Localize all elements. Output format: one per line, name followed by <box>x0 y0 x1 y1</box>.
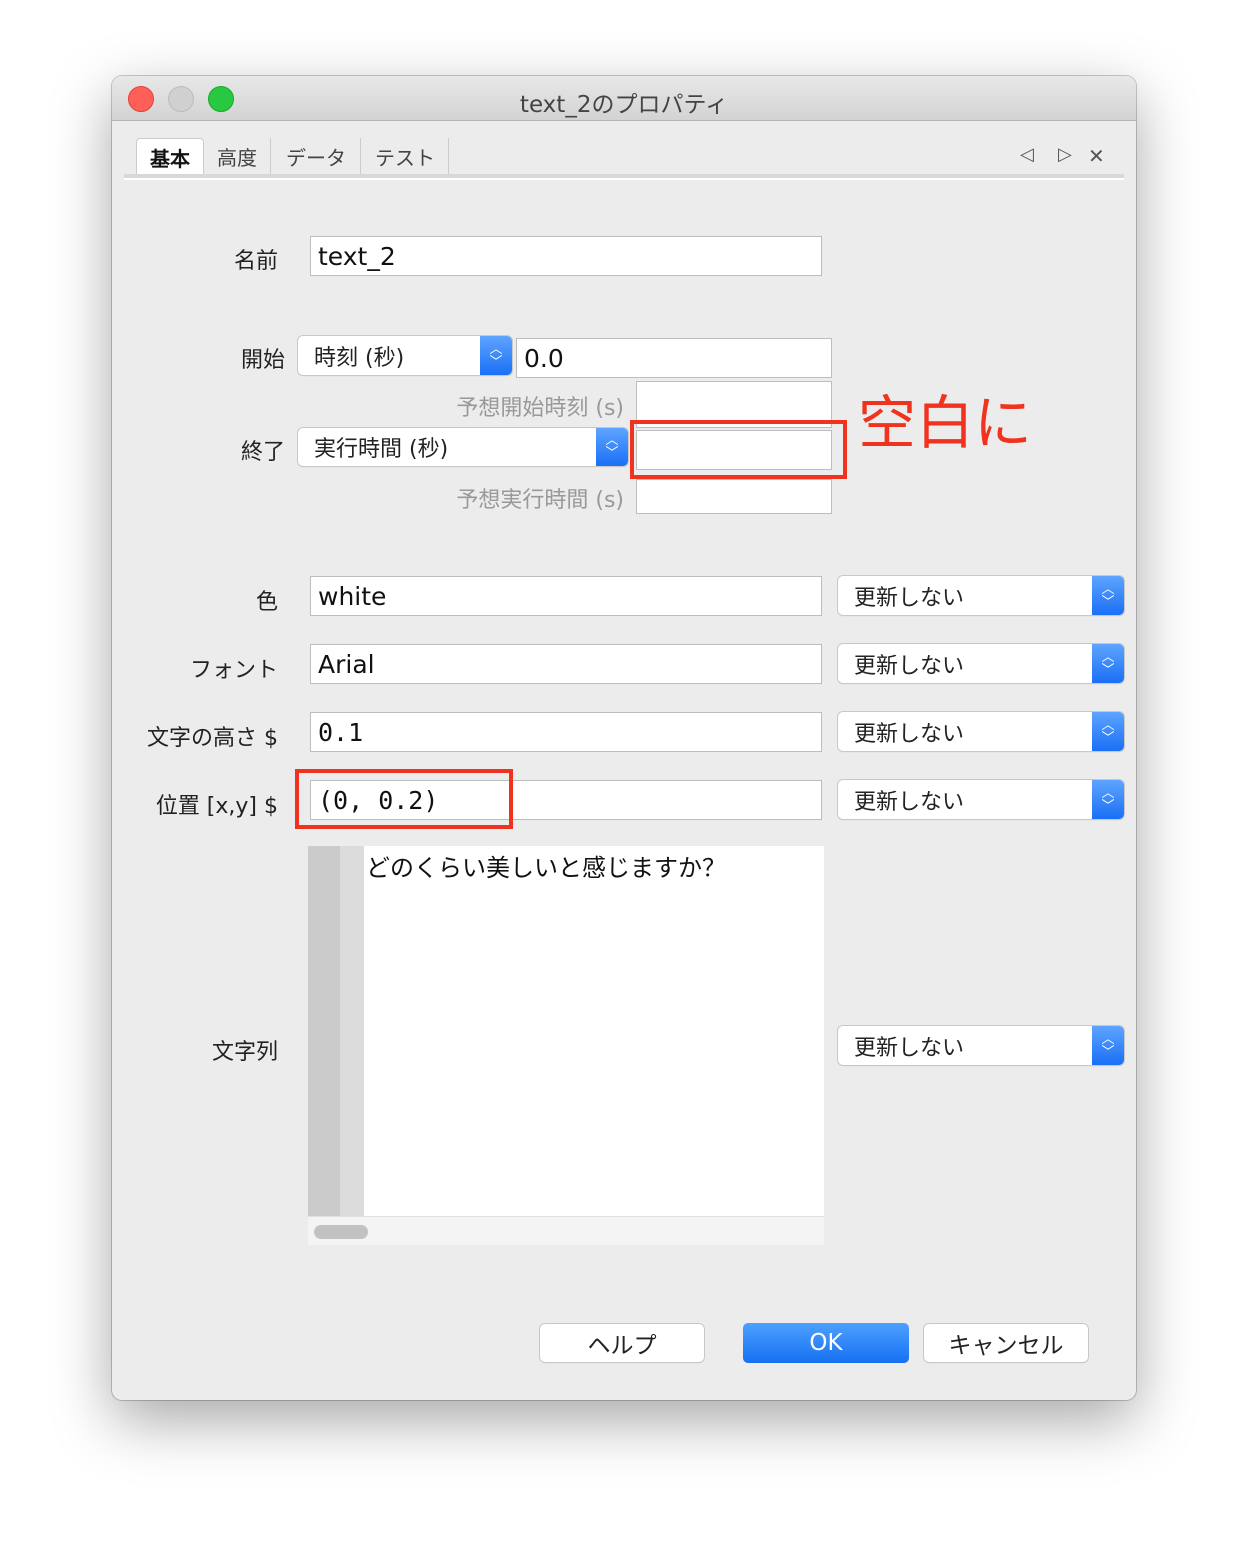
text-content[interactable]: どのくらい美しいと感じますか？ <box>366 848 726 883</box>
chevron-updown-icon: ︿ ﹀ <box>1092 644 1124 683</box>
text-editor[interactable]: どのくらい美しいと感じますか？ <box>308 846 824 1245</box>
position-label: 位置 [x,y] $ <box>155 794 278 819</box>
letter-height-input[interactable]: 0.1 <box>310 712 822 752</box>
tab-testing[interactable]: テスト <box>362 138 449 174</box>
start-type-select[interactable]: 時刻 (秒) ︿ ﹀ <box>298 336 512 375</box>
fold-margin <box>340 846 364 1216</box>
chevron-updown-icon: ︿ ﹀ <box>1092 1026 1124 1065</box>
position-update-select[interactable]: 更新しない ︿ ﹀ <box>838 780 1124 819</box>
font-update-value: 更新しない <box>854 653 965 679</box>
title-bar[interactable]: text_2のプロパティ <box>112 76 1136 121</box>
expected-duration-label: 予想実行時間 (s) <box>456 488 624 513</box>
tab-prev-icon[interactable]: ◁ <box>1020 144 1034 165</box>
stop-type-value: 実行時間 (秒) <box>314 437 449 462</box>
cancel-button[interactable]: キャンセル <box>924 1324 1088 1362</box>
name-input[interactable]: text_2 <box>310 236 822 276</box>
start-value-input[interactable]: 0.0 <box>516 338 832 378</box>
highlight-box-stop <box>630 420 847 479</box>
tab-next-icon[interactable]: ▷ <box>1058 144 1072 165</box>
stop-label: 終了 <box>240 440 285 465</box>
font-label: フォント <box>189 658 278 683</box>
font-update-select[interactable]: 更新しない ︿ ﹀ <box>838 644 1124 683</box>
tab-advanced[interactable]: 高度 <box>204 138 271 174</box>
letter-height-update-value: 更新しない <box>854 721 965 747</box>
color-label: 色 <box>255 590 278 615</box>
stop-type-select[interactable]: 実行時間 (秒) ︿ ﹀ <box>298 428 628 466</box>
help-button[interactable]: ヘルプ <box>540 1324 704 1362</box>
chevron-updown-icon: ︿ ﹀ <box>1092 780 1124 819</box>
name-label: 名前 <box>233 249 278 274</box>
font-input[interactable]: Arial <box>310 644 822 684</box>
chevron-updown-icon: ︿ ﹀ <box>1092 712 1124 751</box>
tab-close-icon[interactable]: ✕ <box>1088 144 1105 168</box>
window-title: text_2のプロパティ <box>519 92 729 118</box>
start-type-value: 時刻 (秒) <box>314 345 405 371</box>
chevron-updown-icon: ︿ ﹀ <box>596 428 628 466</box>
tab-data[interactable]: データ <box>272 138 361 174</box>
chevron-updown-icon: ︿ ﹀ <box>480 336 512 375</box>
text-update-value: 更新しない <box>854 1035 965 1061</box>
letter-height-label: 文字の高さ $ <box>147 726 278 751</box>
text-label: 文字列 <box>211 1040 278 1065</box>
text-update-select[interactable]: 更新しない ︿ ﹀ <box>838 1026 1124 1065</box>
color-update-value: 更新しない <box>854 585 965 611</box>
annotation-text: 空白に <box>858 389 1033 457</box>
horizontal-scrollbar[interactable] <box>308 1216 824 1245</box>
tab-basic[interactable]: 基本 <box>136 138 204 175</box>
position-update-value: 更新しない <box>854 789 965 815</box>
start-label: 開始 <box>240 348 285 373</box>
scrollbar-thumb[interactable] <box>314 1225 368 1239</box>
letter-height-update-select[interactable]: 更新しない ︿ ﹀ <box>838 712 1124 751</box>
tab-divider <box>124 174 1124 180</box>
expected-duration-input[interactable] <box>636 479 832 514</box>
ok-button[interactable]: OK <box>743 1323 909 1363</box>
color-update-select[interactable]: 更新しない ︿ ﹀ <box>838 576 1124 615</box>
line-number-gutter <box>308 846 340 1216</box>
color-input[interactable]: white <box>310 576 822 616</box>
highlight-box-position <box>295 769 513 829</box>
expected-start-label: 予想開始時刻 (s) <box>456 396 624 421</box>
chevron-updown-icon: ︿ ﹀ <box>1092 576 1124 615</box>
